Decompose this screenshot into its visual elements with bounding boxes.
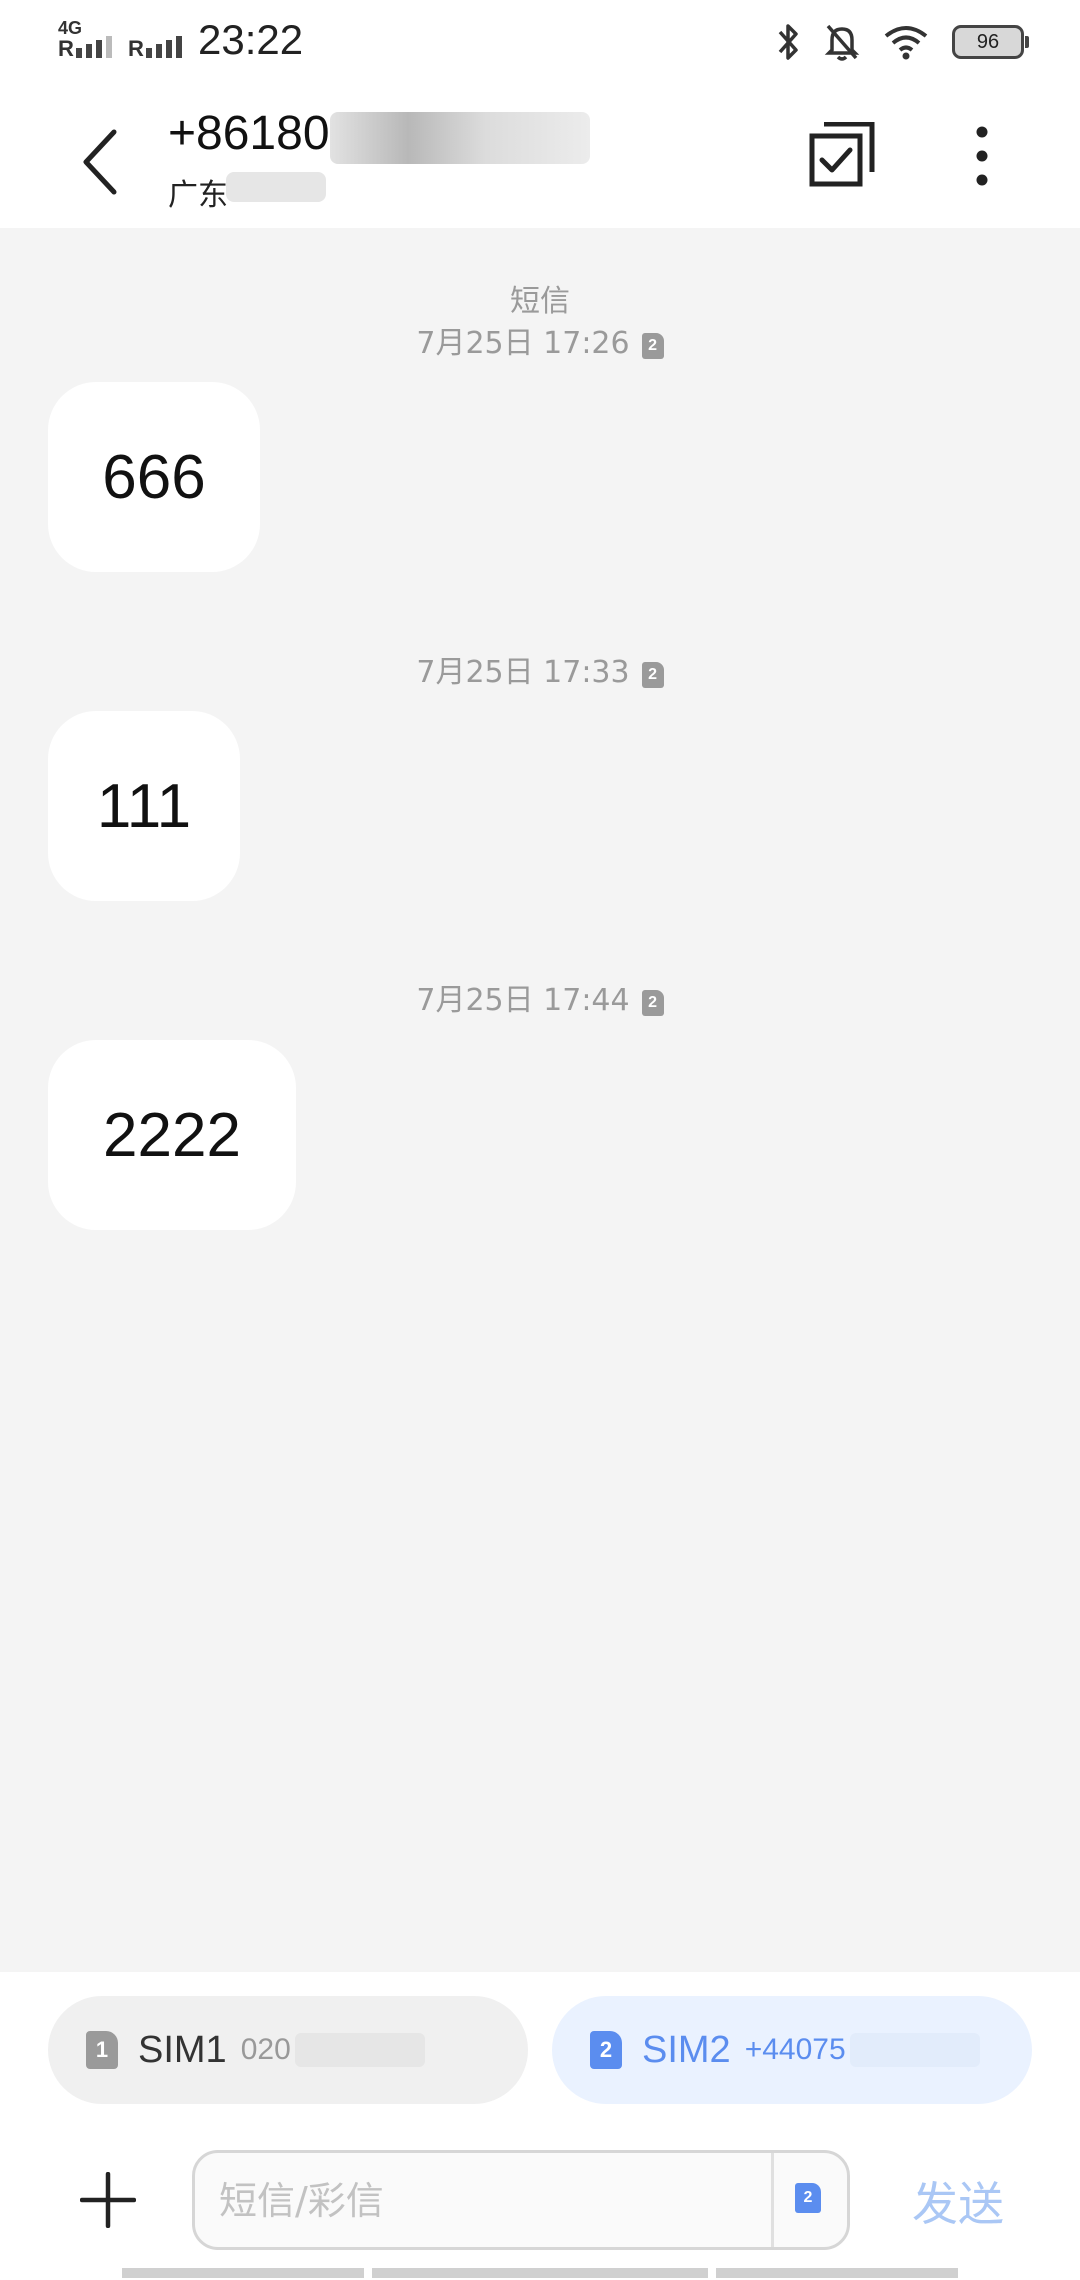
contact-phone-number[interactable]: +86180: [168, 106, 330, 161]
conversation-header: +86180 广东: [0, 84, 1080, 228]
sim-badge-icon: 2: [641, 662, 664, 688]
battery-icon: 96: [952, 25, 1029, 59]
signal-1-icon: [76, 36, 112, 58]
message-bubble[interactable]: 666: [48, 382, 260, 572]
status-bar: 4G R R 23:22 96: [0, 0, 1080, 84]
bell-off-icon: [824, 24, 860, 61]
clock: 23:22: [198, 16, 304, 63]
roaming-indicator-2: R: [128, 36, 144, 61]
wifi-icon: [884, 26, 928, 60]
message-timestamp: 7月25日 17:26 2: [0, 318, 1080, 362]
redacted-location: [226, 172, 326, 202]
contact-location: 广东: [168, 178, 228, 213]
message-timestamp: 7月25日 17:33 2: [0, 647, 1080, 691]
message-input-box[interactable]: 2: [192, 2150, 850, 2250]
message-input[interactable]: [217, 2153, 741, 2249]
bluetooth-icon: [778, 24, 798, 60]
redacted-sim2-number: [849, 2033, 980, 2067]
message-bubble[interactable]: 2222: [48, 1040, 296, 1230]
signal-2-icon: [146, 36, 182, 58]
nav-bar-segment: [716, 2268, 958, 2278]
sim-badge-icon: 2: [641, 990, 664, 1016]
battery-level: 96: [976, 30, 1000, 53]
more-icon[interactable]: [964, 124, 1000, 188]
back-icon[interactable]: [72, 122, 132, 202]
sim1-icon: 1: [86, 2031, 118, 2069]
input-divider: [771, 2153, 774, 2247]
roaming-indicator-1: R: [58, 36, 74, 61]
sim2-selector[interactable]: 2 SIM2 +44075: [552, 1996, 1032, 2104]
message-timestamp: 7月25日 17:44 2: [0, 975, 1080, 1019]
send-button[interactable]: 发送: [912, 2168, 1004, 2234]
nav-bar-segment: [372, 2268, 708, 2278]
add-attachment-icon[interactable]: [80, 2172, 136, 2228]
composer-area: 1 SIM1 020 2 SIM2 +44075 2 发送: [0, 1972, 1080, 2280]
sim2-icon: 2: [590, 2031, 622, 2069]
message-type-label: 短信: [510, 284, 570, 319]
sim1-label: SIM1: [138, 2028, 227, 2071]
sim-badge-icon: 2: [641, 333, 664, 359]
status-icons: 96: [774, 18, 1029, 66]
sim1-number: 020: [240, 2033, 291, 2066]
nav-bar-segment: [122, 2268, 364, 2278]
sim-switch-icon[interactable]: 2: [795, 2183, 821, 2213]
sim2-number: +44075: [744, 2033, 846, 2066]
select-icon[interactable]: [808, 122, 876, 190]
message-bubble[interactable]: 111: [48, 711, 240, 901]
sim1-selector[interactable]: 1 SIM1 020: [48, 1996, 528, 2104]
redacted-number: [330, 112, 590, 164]
redacted-sim1-number: [294, 2033, 425, 2067]
sim2-label: SIM2: [642, 2028, 731, 2071]
